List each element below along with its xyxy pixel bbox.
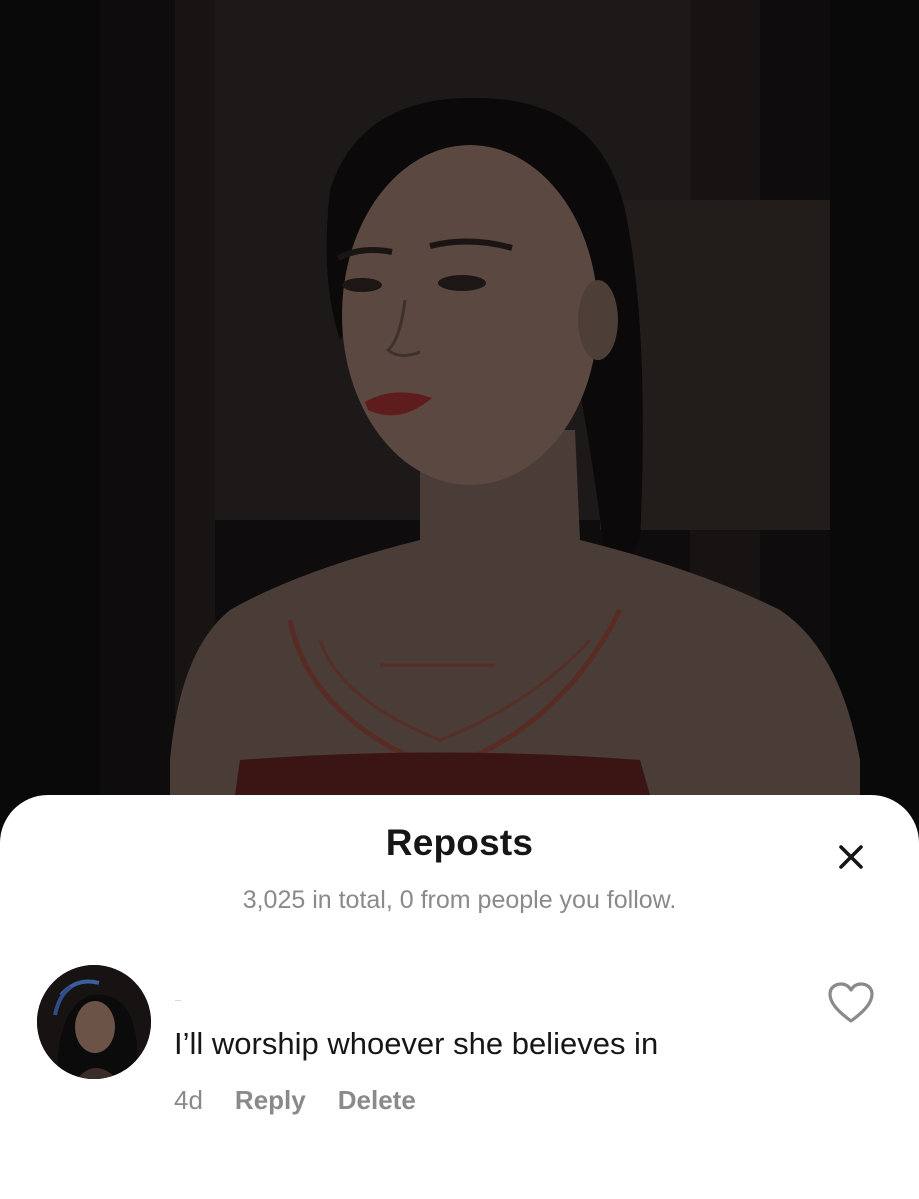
comment-meta: 4d Reply Delete bbox=[174, 1085, 448, 1116]
repost-summary: 3,025 in total, 0 from people you follow… bbox=[242, 886, 677, 914]
username-placeholder bbox=[175, 1000, 181, 1001]
close-icon bbox=[839, 845, 863, 869]
close-button[interactable] bbox=[826, 832, 876, 882]
reply-button[interactable]: Reply bbox=[235, 1085, 306, 1116]
avatar[interactable] bbox=[37, 965, 151, 1079]
comment-age: 4d bbox=[174, 1085, 203, 1115]
delete-button[interactable]: Delete bbox=[338, 1085, 416, 1116]
sheet-title: Reposts bbox=[385, 822, 534, 863]
user-avatar bbox=[37, 965, 151, 1079]
heart-outline-icon bbox=[828, 982, 874, 1023]
video-still[interactable] bbox=[0, 0, 919, 830]
like-button[interactable] bbox=[826, 980, 876, 1026]
app-screen: Reposts 3,025 in total, 0 from people yo… bbox=[0, 0, 919, 1199]
video-still-image bbox=[0, 0, 919, 830]
comment-text: I’ll worship whoever she believes in bbox=[174, 1026, 659, 1061]
